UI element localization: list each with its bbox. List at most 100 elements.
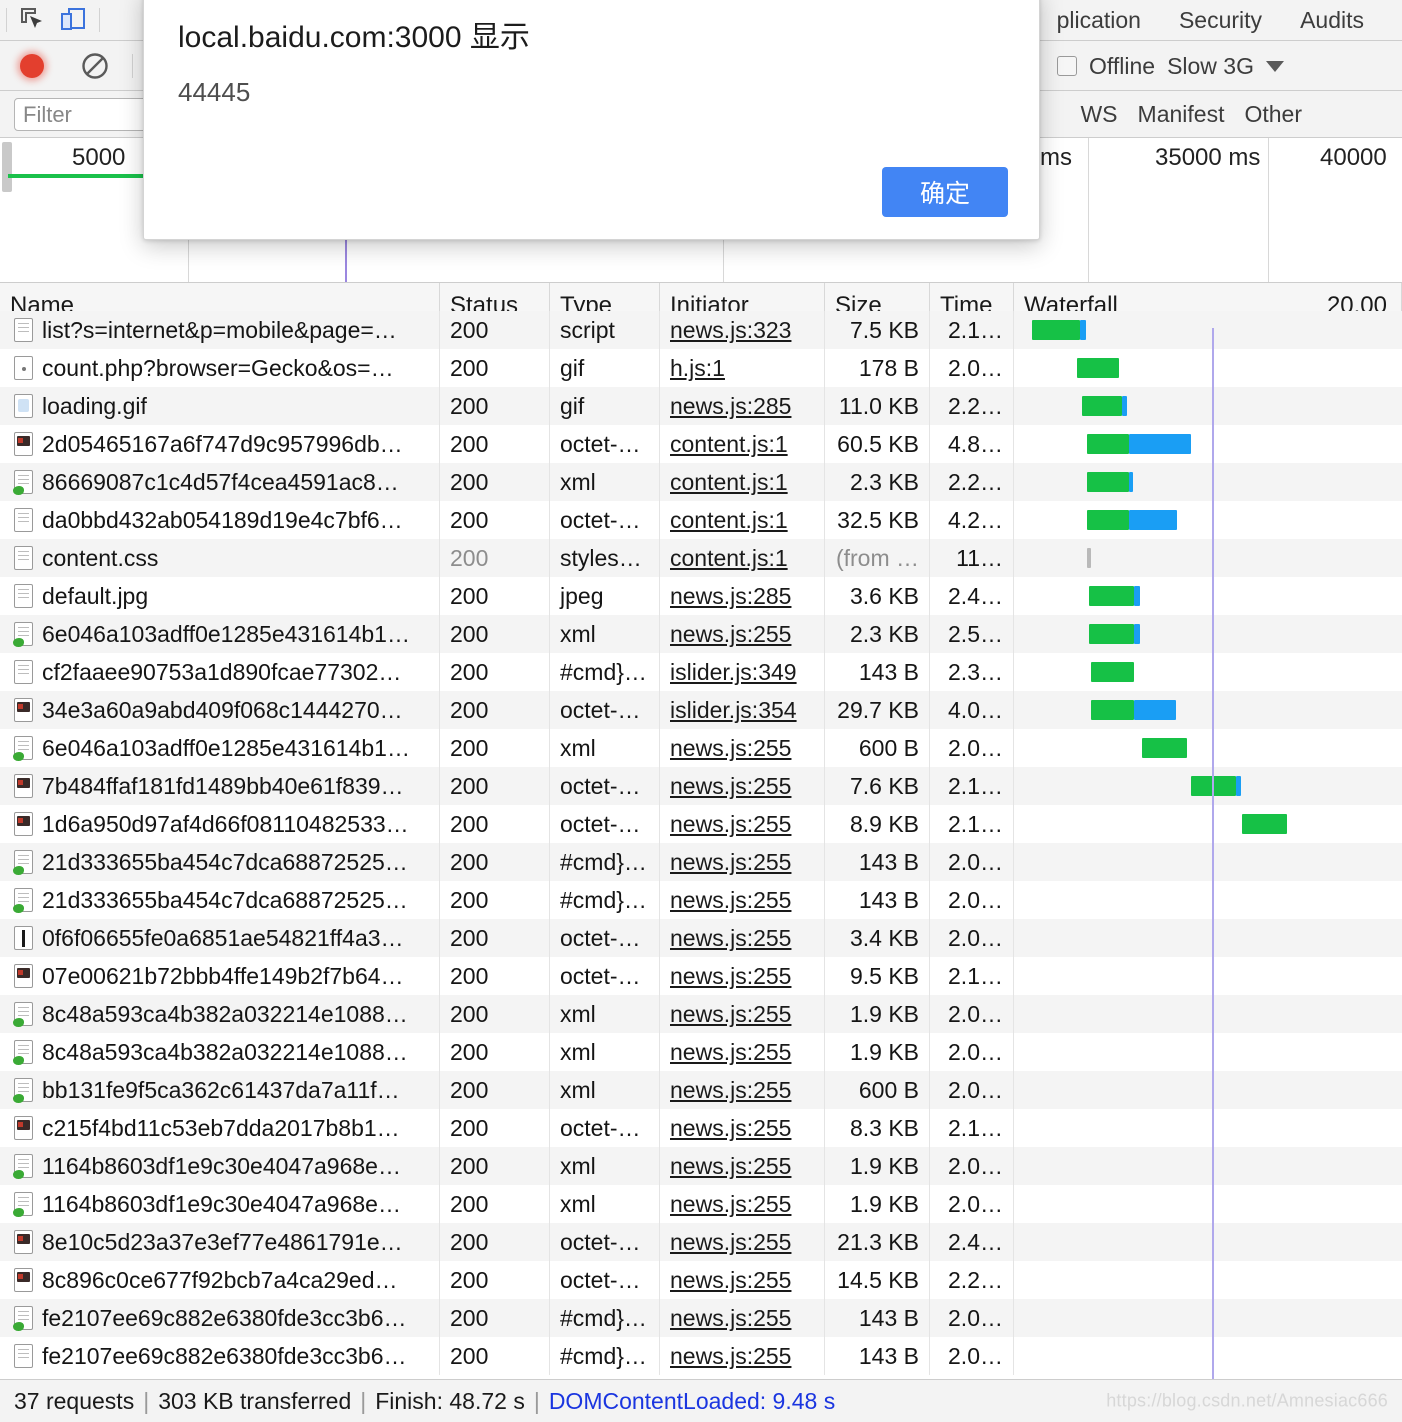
chevron-down-icon[interactable]	[1266, 60, 1284, 72]
initiator-link[interactable]: h.js:1	[670, 355, 725, 381]
initiator-link[interactable]: news.js:255	[670, 925, 791, 951]
initiator-link[interactable]: news.js:255	[670, 1115, 791, 1141]
cell-status: 200	[440, 1109, 550, 1147]
initiator-link[interactable]: news.js:255	[670, 811, 791, 837]
tab-application[interactable]: plication	[1038, 0, 1160, 41]
table-row[interactable]: 21d333655ba454c7dca68872525… 200 #cmd}… new…	[0, 843, 1402, 881]
request-name: content.css	[42, 545, 159, 571]
table-row[interactable]: 8c48a593ca4b382a032214e1088… 200 xml news.j…	[0, 1033, 1402, 1071]
table-row[interactable]: bb131fe9f5ca362c61437da7a11f… 200 xml news.…	[0, 1071, 1402, 1109]
cell-waterfall	[1014, 463, 1402, 501]
tab-overflow[interactable]	[1383, 0, 1402, 41]
table-row[interactable]: 1164b8603df1e9c30e4047a968e… 200 xml news.j…	[0, 1147, 1402, 1185]
leaf-badge-icon	[13, 866, 24, 875]
table-row[interactable]: fe2107ee69c882e6380fde3cc3b6… 200 #cmd}… ne…	[0, 1337, 1402, 1375]
initiator-link[interactable]: content.js:1	[670, 469, 788, 495]
tab-security[interactable]: Security	[1160, 0, 1281, 41]
cell-name: 86669087c1c4d57f4cea4591ac8…	[0, 463, 440, 501]
cell-waterfall	[1014, 577, 1402, 615]
cell-status: 200	[440, 995, 550, 1033]
tab-audits[interactable]: Audits	[1281, 0, 1383, 41]
filter-type-manifest[interactable]: Manifest	[1138, 101, 1225, 128]
cell-name: 1164b8603df1e9c30e4047a968e…	[0, 1185, 440, 1223]
initiator-link[interactable]: news.js:255	[670, 1039, 791, 1065]
network-conditions-group: Offline Slow 3G	[1032, 41, 1284, 91]
table-row[interactable]: c215f4bd11c53eb7dda2017b8b1… 200 octet-… ne…	[0, 1109, 1402, 1147]
initiator-link[interactable]: news.js:285	[670, 583, 791, 609]
throttling-value[interactable]: Slow 3G	[1167, 53, 1254, 80]
initiator-link[interactable]: news.js:255	[670, 1077, 791, 1103]
table-row[interactable]: 8c896c0ce677f92bcb7a4ca29ed… 200 octet-… ne…	[0, 1261, 1402, 1299]
initiator-link[interactable]: news.js:255	[670, 735, 791, 761]
initiator-link[interactable]: news.js:255	[670, 1001, 791, 1027]
cell-status: 200	[440, 501, 550, 539]
table-row[interactable]: count.php?browser=Gecko&os=… 200 gif h.js:1…	[0, 349, 1402, 387]
table-row[interactable]: content.css 200 styles… content.js:1 (from ……	[0, 539, 1402, 577]
table-row[interactable]: 1164b8603df1e9c30e4047a968e… 200 xml news.j…	[0, 1185, 1402, 1223]
initiator-link[interactable]: islider.js:349	[670, 659, 797, 685]
filter-type-other[interactable]: Other	[1244, 101, 1302, 128]
record-button[interactable]	[0, 51, 64, 81]
table-row[interactable]: 86669087c1c4d57f4cea4591ac8… 200 xml conten…	[0, 463, 1402, 501]
table-row[interactable]: default.jpg 200 jpeg news.js:285 3.6 KB 2.4…	[0, 577, 1402, 615]
table-row[interactable]: loading.gif 200 gif news.js:285 11.0 KB 2.2…	[0, 387, 1402, 425]
initiator-link[interactable]: news.js:255	[670, 773, 791, 799]
cell-type: styles…	[550, 539, 660, 577]
initiator-link[interactable]: news.js:255	[670, 1305, 791, 1331]
initiator-link[interactable]: news.js:323	[670, 317, 791, 343]
initiator-link[interactable]: news.js:255	[670, 1191, 791, 1217]
initiator-link[interactable]: news.js:255	[670, 887, 791, 913]
table-row[interactable]: list?s=internet&p=mobile&page=… 200 script…	[0, 311, 1402, 349]
cell-type: octet-…	[550, 957, 660, 995]
offline-checkbox[interactable]	[1057, 56, 1077, 76]
initiator-link[interactable]: news.js:255	[670, 1229, 791, 1255]
cell-size: 9.5 KB	[825, 957, 930, 995]
cell-waterfall	[1014, 1223, 1402, 1261]
cell-name: 6e046a103adff0e1285e431614b1…	[0, 729, 440, 767]
inspect-element-icon[interactable]	[13, 5, 53, 35]
overview-scroll-handle[interactable]	[2, 142, 12, 192]
cell-status: 200	[440, 463, 550, 501]
table-row[interactable]: 07e00621b72bbb4ffe149b2f7b64… 200 octet-… n…	[0, 957, 1402, 995]
table-row[interactable]: 1d6a950d97af4d66f08110482533… 200 octet-… n…	[0, 805, 1402, 843]
initiator-link[interactable]: news.js:285	[670, 393, 791, 419]
table-row[interactable]: da0bbd432ab054189d19e4c7bf6… 200 octet-… co…	[0, 501, 1402, 539]
initiator-link[interactable]: islider.js:354	[670, 697, 797, 723]
resource-icon	[13, 1192, 33, 1217]
device-toolbar-icon[interactable]	[53, 5, 93, 35]
cell-type: #cmd}…	[550, 881, 660, 919]
waterfall-bar-green	[1091, 700, 1134, 720]
table-row[interactable]: 0f6f06655fe0a6851ae54821ff4a3… 200 octet-……	[0, 919, 1402, 957]
table-row[interactable]: 34e3a60a9abd409f068c1444270… 200 octet-… is…	[0, 691, 1402, 729]
cell-initiator: news.js:285	[660, 577, 825, 615]
initiator-link[interactable]: news.js:255	[670, 849, 791, 875]
dialog-ok-button[interactable]: 确定	[882, 167, 1008, 217]
cell-time: 2.1…	[930, 311, 1014, 349]
initiator-link[interactable]: news.js:255	[670, 1343, 791, 1369]
table-row[interactable]: fe2107ee69c882e6380fde3cc3b6… 200 #cmd}… ne…	[0, 1299, 1402, 1337]
cell-size: 143 B	[825, 1299, 930, 1337]
cell-size: 143 B	[825, 881, 930, 919]
waterfall-bar-blue	[1122, 396, 1127, 416]
cell-time: 4.2…	[930, 501, 1014, 539]
initiator-link[interactable]: content.js:1	[670, 431, 788, 457]
table-row[interactable]: cf2faaee90753a1d890fcae77302… 200 #cmd}… is…	[0, 653, 1402, 691]
initiator-link[interactable]: news.js:255	[670, 1267, 791, 1293]
table-row[interactable]: 8e10c5d23a37e3ef77e4861791e… 200 octet-… ne…	[0, 1223, 1402, 1261]
table-row[interactable]: 7b484ffaf181fd1489bb40e61f839… 200 octet-……	[0, 767, 1402, 805]
table-row[interactable]: 6e046a103adff0e1285e431614b1… 200 xml news.…	[0, 615, 1402, 653]
cell-name: bb131fe9f5ca362c61437da7a11f…	[0, 1071, 440, 1109]
table-row[interactable]: 21d333655ba454c7dca68872525… 200 #cmd}… new…	[0, 881, 1402, 919]
initiator-link[interactable]: content.js:1	[670, 507, 788, 533]
table-row[interactable]: 2d05465167a6f747d9c957996db… 200 octet-… co…	[0, 425, 1402, 463]
filter-type-ws[interactable]: WS	[1080, 101, 1117, 128]
waterfall-bar-blue	[1129, 434, 1191, 454]
initiator-link[interactable]: news.js:255	[670, 621, 791, 647]
initiator-link[interactable]: content.js:1	[670, 545, 788, 571]
table-row[interactable]: 8c48a593ca4b382a032214e1088… 200 xml news.j…	[0, 995, 1402, 1033]
cell-waterfall	[1014, 539, 1402, 577]
initiator-link[interactable]: news.js:255	[670, 963, 791, 989]
initiator-link[interactable]: news.js:255	[670, 1153, 791, 1179]
clear-button[interactable]	[64, 51, 126, 81]
table-row[interactable]: 6e046a103adff0e1285e431614b1… 200 xml news.…	[0, 729, 1402, 767]
